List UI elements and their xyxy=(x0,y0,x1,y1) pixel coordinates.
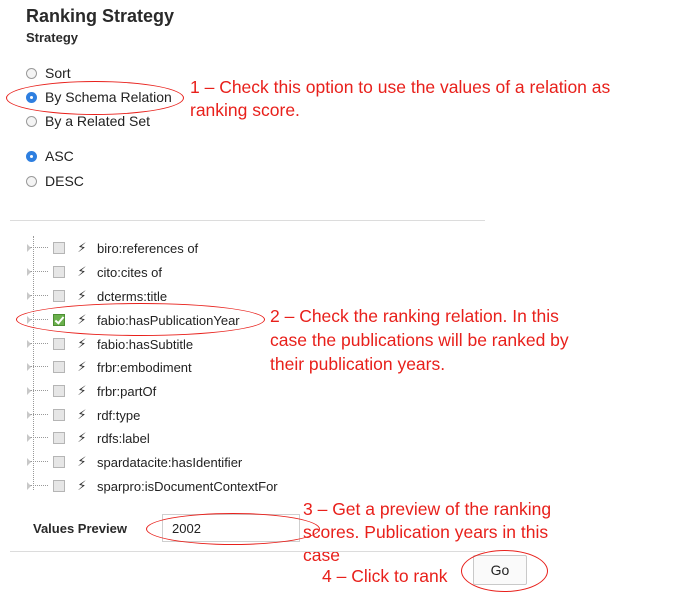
relation-label: rdfs:label xyxy=(97,430,150,446)
relation-checkbox[interactable] xyxy=(53,338,65,350)
relation-checkbox[interactable] xyxy=(53,290,65,302)
lightning-bolt-icon: ⚡︎ xyxy=(77,264,87,279)
lightning-bolt-icon: ⚡︎ xyxy=(77,288,87,303)
relation-item[interactable]: ⚡︎ rdf:type xyxy=(27,406,141,424)
annotation-3-line3: case xyxy=(303,545,340,565)
page-title: Ranking Strategy xyxy=(26,6,175,26)
section-divider xyxy=(10,220,485,221)
radio-asc[interactable]: ASC xyxy=(26,146,74,166)
tree-connector xyxy=(27,340,48,348)
relation-checkbox[interactable] xyxy=(53,361,65,373)
annotation-2-line3: their publication years. xyxy=(270,354,446,374)
lightning-bolt-icon: ⚡︎ xyxy=(77,336,87,351)
annotation-2-line2: case the publications will be ranked by xyxy=(270,330,569,350)
radio-button[interactable] xyxy=(26,175,37,187)
radio-label: Sort xyxy=(45,65,71,81)
relation-item[interactable]: ⚡︎ spardatacite:hasIdentifier xyxy=(27,453,243,471)
radio-label: By a Related Set xyxy=(45,113,151,129)
tree-connector xyxy=(27,458,48,466)
annotation-ellipse-1 xyxy=(6,81,184,115)
annotation-ellipse-4 xyxy=(461,550,548,592)
annotation-ellipse-3 xyxy=(146,513,320,545)
relation-item[interactable]: ⚡︎ biro:references of xyxy=(27,239,199,257)
relation-checkbox[interactable] xyxy=(53,432,65,444)
radio-label: DESC xyxy=(45,173,84,189)
tree-connector xyxy=(27,292,48,300)
annotation-3-line1: 3 – Get a preview of the ranking xyxy=(303,499,552,519)
tree-connector xyxy=(27,363,48,371)
lightning-bolt-icon: ⚡︎ xyxy=(77,383,87,398)
strategy-heading: Strategy xyxy=(26,30,79,45)
relation-item[interactable]: ⚡︎ frbr:partOf xyxy=(27,382,157,400)
lightning-bolt-icon: ⚡︎ xyxy=(77,430,87,445)
relation-checkbox[interactable] xyxy=(53,480,65,492)
relation-label: sparpro:isDocumentContextFor xyxy=(97,478,278,494)
lightning-bolt-icon: ⚡︎ xyxy=(77,478,87,493)
radio-desc[interactable]: DESC xyxy=(26,171,84,191)
radio-button[interactable] xyxy=(26,115,37,127)
radio-button[interactable] xyxy=(26,150,37,162)
radio-button[interactable] xyxy=(26,67,37,79)
tree-connector xyxy=(27,268,48,276)
relation-label: spardatacite:hasIdentifier xyxy=(97,454,243,470)
relation-item[interactable]: ⚡︎ sparpro:isDocumentContextFor xyxy=(27,477,278,495)
relation-item[interactable]: ⚡︎ fabio:hasSubtitle xyxy=(27,335,194,353)
tree-connector xyxy=(27,387,48,395)
relation-checkbox[interactable] xyxy=(53,409,65,421)
tree-connector xyxy=(27,411,48,419)
tree-connector xyxy=(27,244,48,252)
relation-checkbox[interactable] xyxy=(53,242,65,254)
lightning-bolt-icon: ⚡︎ xyxy=(77,407,87,422)
lightning-bolt-icon: ⚡︎ xyxy=(77,240,87,255)
lightning-bolt-icon: ⚡︎ xyxy=(77,454,87,469)
annotation-4: 4 – Click to rank xyxy=(322,566,448,586)
tree-connector xyxy=(27,434,48,442)
relation-label: cito:cites of xyxy=(97,264,163,280)
relation-checkbox[interactable] xyxy=(53,385,65,397)
annotation-ellipse-2 xyxy=(16,303,265,336)
annotation-3-line2: scores. Publication years in this xyxy=(303,522,549,542)
annotation-1-line1: 1 – Check this option to use the values … xyxy=(190,77,611,97)
annotation-2-line1: 2 – Check the ranking relation. In this xyxy=(270,306,559,326)
relation-item[interactable]: ⚡︎ cito:cites of xyxy=(27,263,163,281)
relation-label: frbr:embodiment xyxy=(97,359,192,375)
values-preview-label: Values Preview xyxy=(33,521,127,536)
relation-item[interactable]: ⚡︎ frbr:embodiment xyxy=(27,358,192,376)
relation-checkbox[interactable] xyxy=(53,266,65,278)
radio-sort[interactable]: Sort xyxy=(26,63,71,83)
relation-label: biro:references of xyxy=(97,240,199,256)
relation-label: dcterms:title xyxy=(97,288,168,304)
relation-label: frbr:partOf xyxy=(97,383,157,399)
tree-connector xyxy=(27,482,48,490)
relation-checkbox[interactable] xyxy=(53,456,65,468)
relation-item[interactable]: ⚡︎ rdfs:label xyxy=(27,429,150,447)
annotation-1-line2: ranking score. xyxy=(190,100,300,120)
bottom-divider xyxy=(10,551,485,552)
relation-label: rdf:type xyxy=(97,407,141,423)
lightning-bolt-icon: ⚡︎ xyxy=(77,359,87,374)
radio-label: ASC xyxy=(45,148,74,164)
relation-label: fabio:hasSubtitle xyxy=(97,336,194,352)
